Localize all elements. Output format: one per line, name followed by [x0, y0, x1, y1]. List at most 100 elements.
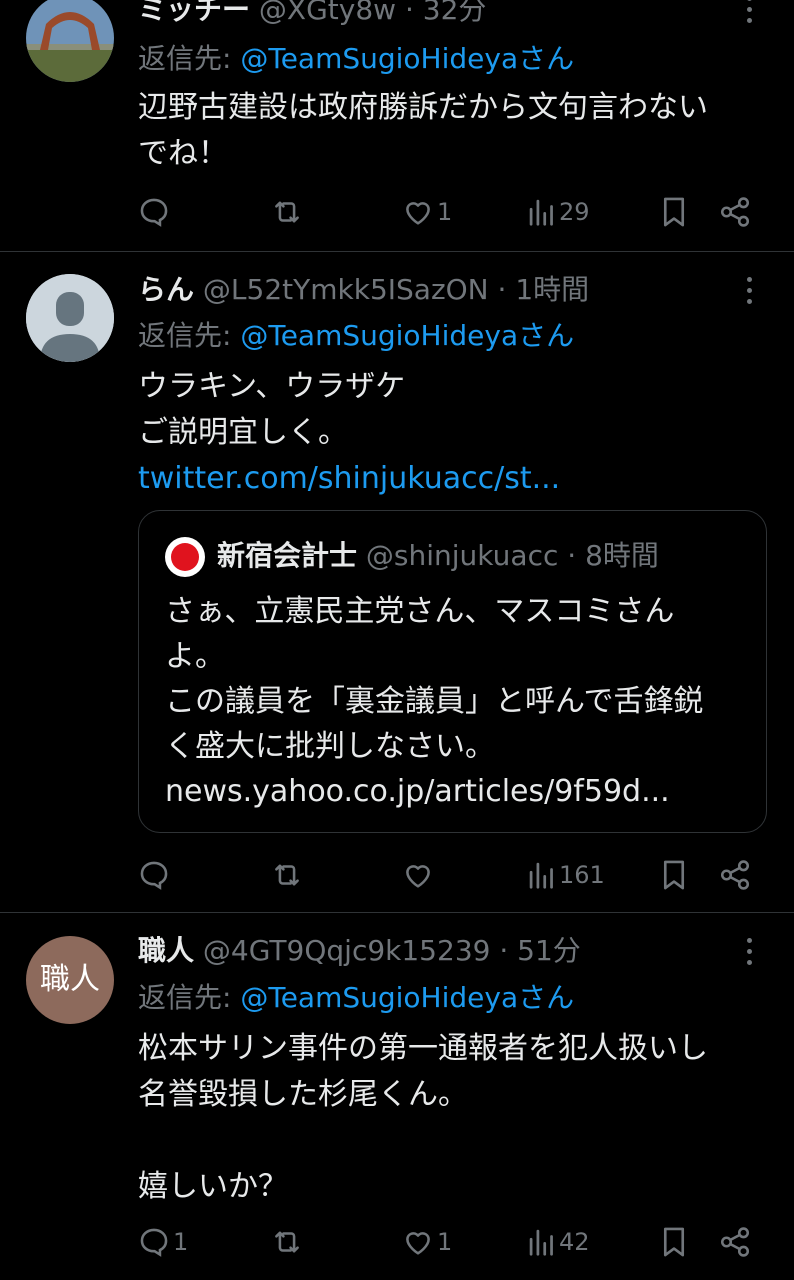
bookmark-button[interactable] [658, 855, 690, 895]
share-button[interactable] [718, 192, 752, 232]
views-icon [529, 199, 553, 226]
tweet-text: 辺野古建設は政府勝訴だから文句言わない でね！ [138, 85, 758, 177]
tweet-header: 職人 @4GT9Qqjc9k15239 · 51分 [138, 933, 581, 969]
bookmark-button[interactable] [658, 1222, 690, 1262]
quoted-display-name: 新宿会計士 [217, 539, 358, 572]
retweet-icon [275, 201, 299, 223]
reply-to-label: 返信先: [138, 981, 241, 1014]
like-count: 1 [437, 198, 453, 226]
retweet-icon [275, 864, 299, 886]
views-button[interactable]: 29 [527, 192, 590, 232]
share-icon [720, 860, 750, 890]
tweet-text: ウラキン、ウラザケ ご説明宜しく。 twitter.com/shinjukuac… [138, 364, 758, 502]
quoted-handle: @shinjukuacc [365, 539, 559, 572]
reply-count: 1 [173, 1228, 189, 1256]
views-icon [529, 862, 553, 889]
views-button[interactable]: 42 [527, 1222, 590, 1262]
reply-to-mention[interactable]: @TeamSugioHideyaさん [240, 981, 574, 1014]
reply-to: 返信先: @TeamSugioHideyaさん [138, 980, 574, 1016]
like-button[interactable]: 1 [401, 1222, 452, 1262]
more-options-icon[interactable] [740, 934, 760, 970]
quoted-text-line: く盛大に批判しなさい。 [165, 729, 495, 764]
default-avatar-icon [26, 274, 114, 362]
reply-icon [140, 198, 168, 227]
avatar-landscape-icon [26, 0, 114, 82]
display-name[interactable]: らん [138, 273, 194, 306]
avatar[interactable]: 職人 [26, 936, 114, 1024]
views-count: 29 [559, 198, 590, 226]
quoted-text-line: さぁ、立憲民主党さん、マスコミさん [165, 594, 675, 629]
avatar[interactable] [26, 274, 114, 362]
tweet-text: 松本サリン事件の第一通報者を犯人扱いし 名誉毀損した杉尾くん。 嬉しいか？ [138, 1026, 758, 1210]
reply-to: 返信先: @TeamSugioHideyaさん [138, 318, 574, 354]
reply-to-mention[interactable]: @TeamSugioHideyaさん [240, 319, 574, 352]
tweet-text-line: 名誉毀損した杉尾くん。 [138, 1077, 468, 1112]
tweet-2[interactable]: らん @L52tYmkk5ISazON · 1時間 返信先: @TeamSugi… [0, 252, 794, 912]
quoted-timestamp: · 8時間 [567, 539, 659, 572]
reply-button[interactable] [137, 192, 173, 232]
heart-icon [406, 865, 430, 888]
share-icon [720, 197, 750, 227]
tweet-text-line: でね！ [138, 136, 228, 171]
timestamp[interactable]: · 1時間 [498, 273, 590, 306]
reply-to-label: 返信先: [138, 42, 241, 75]
quoted-avatar[interactable] [165, 537, 205, 577]
reply-button[interactable]: 1 [137, 1222, 188, 1262]
tweet-header: ミッチー @XGty8w · 32分 [138, 0, 486, 28]
tweet-text-line: 松本サリン事件の第一通報者を犯人扱いし [138, 1031, 708, 1066]
heart-icon [406, 202, 430, 225]
timestamp[interactable]: · 51分 [499, 934, 580, 967]
like-button[interactable]: 1 [401, 192, 452, 232]
tweet-text-line: 辺野古建設は政府勝訴だから文句言わない [138, 90, 708, 125]
handle[interactable]: @L52tYmkk5ISazON [203, 273, 489, 306]
retweet-button[interactable] [270, 855, 306, 895]
views-button[interactable]: 161 [527, 855, 605, 895]
tweet-1[interactable]: ミッチー @XGty8w · 32分 返信先: @TeamSugioHideya… [0, 0, 794, 251]
tweet-text-line: ご説明宜しく。 [138, 415, 348, 450]
avatar-text: 職人 [40, 962, 100, 997]
quoted-tweet[interactable]: 新宿会計士 @shinjukuacc · 8時間 さぁ、立憲民主党さん、マスコミ… [138, 510, 767, 833]
share-icon [720, 1227, 750, 1257]
share-button[interactable] [718, 1222, 752, 1262]
retweet-button[interactable] [270, 1222, 306, 1262]
bookmark-button[interactable] [658, 192, 690, 232]
like-count: 1 [437, 1228, 453, 1256]
timestamp[interactable]: · 32分 [405, 0, 486, 26]
tweet-actions: 1 29 [0, 192, 794, 232]
views-icon [529, 1229, 553, 1256]
bookmark-icon [663, 860, 685, 890]
quoted-text-line: よ。 [165, 639, 225, 674]
reply-icon [140, 1228, 168, 1257]
views-count: 42 [559, 1228, 590, 1256]
like-button[interactable] [401, 855, 437, 895]
tweet-header: らん @L52tYmkk5ISazON · 1時間 [138, 272, 589, 308]
share-button[interactable] [718, 855, 752, 895]
tweet-text-line: 嬉しいか？ [138, 1169, 288, 1204]
more-options-icon[interactable] [740, 0, 760, 28]
reply-icon [140, 861, 168, 890]
display-name[interactable]: 職人 [138, 934, 194, 967]
reply-button[interactable] [137, 855, 173, 895]
tweet-3[interactable]: 職人 職人 @4GT9Qqjc9k15239 · 51分 返信先: @TeamS… [0, 913, 794, 1280]
more-options-icon[interactable] [740, 273, 760, 309]
quoted-header: 新宿会計士 @shinjukuacc · 8時間 [217, 538, 659, 574]
handle[interactable]: @XGty8w [259, 0, 396, 26]
bookmark-icon [663, 1227, 685, 1257]
quoted-text-line: news.yahoo.co.jp/articles/9f59d... [165, 774, 670, 809]
display-name[interactable]: ミッチー [138, 0, 250, 26]
reply-to-mention[interactable]: @TeamSugioHideyaさん [240, 42, 574, 75]
reply-to-label: 返信先: [138, 319, 241, 352]
retweet-icon [275, 1231, 299, 1253]
quoted-text: さぁ、立憲民主党さん、マスコミさん よ。 この議員を「裏金議員」と呼んで舌鋒鋭 … [165, 589, 704, 814]
tweet-link[interactable]: twitter.com/shinjukuacc/st... [138, 456, 758, 502]
heart-icon [406, 1232, 430, 1255]
quoted-text-line: この議員を「裏金議員」と呼んで舌鋒鋭 [165, 684, 704, 719]
avatar[interactable] [26, 0, 114, 82]
views-count: 161 [559, 861, 605, 889]
tweet-text-line [138, 1118, 758, 1164]
retweet-button[interactable] [270, 192, 306, 232]
bookmark-icon [663, 197, 685, 227]
tweet-text-line: ウラキン、ウラザケ [138, 369, 406, 404]
reply-to: 返信先: @TeamSugioHideyaさん [138, 41, 574, 77]
handle[interactable]: @4GT9Qqjc9k15239 [203, 934, 491, 967]
